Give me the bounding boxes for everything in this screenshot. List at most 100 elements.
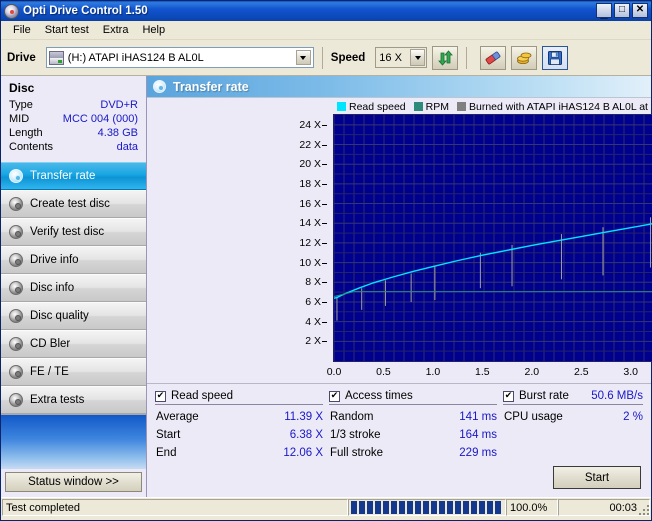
disc-icon — [9, 281, 23, 295]
y-axis-tick-label: 2 X — [305, 335, 321, 348]
legend-entry-read-speed: Read speed — [337, 101, 406, 113]
sidebar-nav: Transfer rate Create test disc Verify te… — [1, 162, 146, 414]
floppy-disk-icon — [548, 50, 563, 65]
access-times-checkbox-row[interactable]: Access times — [329, 390, 497, 405]
burst-rate-checkbox[interactable] — [503, 390, 514, 402]
menu-start-test[interactable]: Start test — [38, 22, 96, 38]
progress-block — [423, 501, 429, 514]
legend-label: Burned with ATAPI iHAS124 B AL0L at 16X — [468, 100, 652, 113]
close-icon: ✕ — [635, 4, 645, 15]
read-speed-checkbox-row[interactable]: Read speed — [155, 390, 323, 405]
progress-block — [463, 501, 469, 514]
progress-block — [479, 501, 485, 514]
speed-select-value: 16 X — [379, 51, 402, 64]
menu-help[interactable]: Help — [135, 22, 172, 38]
disc-icon — [9, 365, 23, 379]
progress-block — [471, 501, 477, 514]
access-times-label: Access times — [345, 390, 413, 402]
progress-bar-fill — [350, 501, 501, 514]
menu-extra[interactable]: Extra — [96, 22, 136, 38]
y-axis-tick — [322, 164, 327, 166]
bitsetting-button[interactable] — [511, 45, 538, 70]
y-axis-tick-label: 8 X — [305, 276, 321, 289]
x-axis-tick-label: 1.5 — [475, 366, 490, 378]
burst-rate-stats: Burst rate 50.6 MB/s CPU usage 2 % Start — [503, 390, 643, 493]
disc-icon — [9, 393, 23, 407]
legend-entry-burned-with: Burned with ATAPI iHAS124 B AL0L at 16X — [456, 100, 652, 113]
sidebar-item-drive-info[interactable]: Drive info — [1, 246, 146, 274]
stat-key: 1/3 stroke — [330, 429, 381, 441]
toolbar-divider-2 — [466, 46, 468, 69]
maximize-button[interactable]: □ — [614, 3, 630, 18]
y-axis-tick-label: 10 X — [299, 256, 321, 269]
disc-info-key: Contents — [9, 141, 54, 153]
sidebar-item-extra-tests[interactable]: Extra tests — [1, 386, 146, 414]
disc-info-panel: Disc Type DVD+R MID MCC 004 (000) Length… — [1, 77, 146, 158]
disc-icon — [9, 169, 23, 183]
burst-rate-label: Burst rate — [519, 390, 569, 402]
read-speed-checkbox[interactable] — [155, 390, 166, 402]
app-disc-icon — [4, 3, 19, 19]
sidebar-item-label: Disc info — [30, 282, 75, 294]
burst-rate-checkbox-row[interactable]: Burst rate 50.6 MB/s — [503, 390, 643, 405]
content-panel: Transfer rate Read speed RPM Burned with… — [147, 76, 652, 497]
status-window-button[interactable]: Status window >> — [5, 472, 142, 492]
stat-key: Random — [330, 411, 374, 423]
drive-select[interactable]: (H:) ATAPI iHAS124 B AL0L — [45, 47, 314, 68]
sidebar-item-disc-info[interactable]: Disc info — [1, 274, 146, 302]
sidebar-item-verify-test-disc[interactable]: Verify test disc — [1, 218, 146, 246]
minimize-icon: _ — [600, 5, 608, 20]
chart-legend: Read speed RPM Burned with ATAPI iHAS124… — [337, 100, 652, 113]
close-button[interactable]: ✕ — [632, 3, 648, 18]
read-speed-label: Read speed — [171, 390, 234, 402]
y-axis-tick — [322, 282, 327, 284]
resize-grip-icon[interactable] — [637, 503, 649, 515]
access-times-checkbox[interactable] — [329, 390, 340, 402]
application-window: Opti Drive Control 1.50 _ □ ✕ File Start… — [0, 0, 652, 521]
disc-icon — [9, 253, 23, 267]
refresh-icon — [437, 49, 453, 66]
progress-block — [415, 501, 421, 514]
progress-block — [495, 501, 501, 514]
disc-info-key: Length — [9, 127, 43, 139]
drive-select-chevron-down-icon[interactable] — [295, 50, 311, 65]
y-axis-tick — [322, 223, 327, 225]
sidebar-item-disc-quality[interactable]: Disc quality — [1, 302, 146, 330]
progress-block — [399, 501, 405, 514]
progress-block — [383, 501, 389, 514]
disc-icon — [153, 80, 166, 93]
panel-title: Transfer rate — [173, 79, 249, 94]
drive-label: Drive — [7, 51, 36, 64]
speed-select[interactable]: 16 X — [375, 47, 428, 68]
y-axis-tick — [322, 262, 327, 264]
sidebar-item-transfer-rate[interactable]: Transfer rate — [1, 162, 146, 190]
title-bar: Opti Drive Control 1.50 _ □ ✕ — [1, 1, 651, 21]
sidebar-item-fe-te[interactable]: FE / TE — [1, 358, 146, 386]
sidebar-item-create-test-disc[interactable]: Create test disc — [1, 190, 146, 218]
stat-value: 164 ms — [459, 429, 497, 441]
y-axis-tick-label: 14 X — [299, 217, 321, 230]
disc-icon — [9, 309, 23, 323]
save-button[interactable] — [542, 45, 569, 70]
minimize-button[interactable]: _ — [596, 3, 612, 20]
refresh-button[interactable] — [432, 45, 459, 70]
speed-select-chevron-down-icon[interactable] — [410, 49, 426, 66]
start-button[interactable]: Start — [553, 466, 641, 489]
disc-info-key: MID — [9, 113, 30, 125]
window-controls: _ □ ✕ — [596, 3, 648, 20]
disc-info-value: MCC 004 (000) — [62, 113, 138, 125]
legend-swatch-read-speed — [337, 102, 346, 111]
progress-percent: 100.0% — [506, 499, 558, 516]
menu-file[interactable]: File — [6, 22, 38, 38]
y-axis-tick — [322, 144, 327, 146]
menu-bar: File Start test Extra Help — [1, 21, 651, 40]
y-axis-tick-label: 12 X — [299, 236, 321, 249]
disc-icon — [9, 337, 23, 351]
y-axis-tick-label: 6 X — [305, 295, 321, 308]
stat-value: 6.38 X — [289, 429, 323, 441]
progress-block — [367, 501, 373, 514]
sidebar-item-cd-bler[interactable]: CD Bler — [1, 330, 146, 358]
y-axis-tick-label: 22 X — [299, 138, 321, 151]
erase-button[interactable] — [480, 45, 507, 70]
disc-panel-title: Disc — [9, 81, 35, 95]
